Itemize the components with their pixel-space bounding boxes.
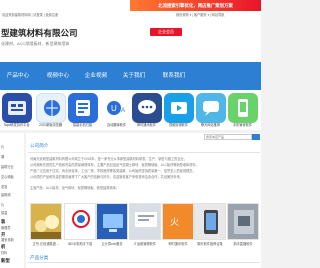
product-thumb-label[interactable]: 即时通讯软件 [161,242,195,246]
intro-text: 公司拥有先进的生产线和完善的质量管理体系，主要产品包括加气混凝土砌块、轻质隔墙板… [30,163,199,167]
product-thumb-label[interactable]: 新手直播软件 [226,242,260,246]
intro-text: 产品广泛应用于住宅、商业综合体、工业厂房、学校医院等各类建筑，公司始终坚持质量第… [30,169,196,173]
main-content [26,133,261,268]
sidebar-heading[interactable]: 装 [1,219,5,224]
sidebar-item[interactable]: 凝 [1,155,4,159]
company-subtitle: 化建材、ACC隔墙板材、新型建筑墙体 [1,41,70,46]
sidebar-item[interactable]: 发泡 [1,185,7,189]
product-thumb[interactable] [64,203,96,240]
product-thumb[interactable] [96,203,128,240]
product-thumb[interactable] [227,203,259,240]
scan-app-icon[interactable] [68,93,98,123]
intro-text: 河南天安新型建筑材料有限公司成立于2018年，是一家专业从事新型建筑材料研发、生… [30,157,187,161]
section-title-intro: 公司简介 [30,143,49,148]
section-title-products: 产品分类 [30,255,49,260]
app-label[interactable]: 即时通讯软件 [130,123,163,127]
search-button[interactable] [252,134,260,146]
sidebar-item[interactable]: 片 [1,145,4,149]
product-thumb-label[interactable]: IT运维管理软件 [128,242,162,246]
product-thumb[interactable] [129,203,161,240]
tapd-app-icon[interactable] [2,93,32,123]
sidebar-heading[interactable]: 机 [1,244,5,249]
browser-app-icon[interactable] [36,93,66,123]
video-app-icon[interactable] [164,93,194,123]
app-label[interactable]: 智能手机扫描 [66,123,99,127]
svg-text:A: A [121,108,125,114]
search-input[interactable] [204,134,252,140]
chat-app-icon[interactable] [132,93,162,123]
app-label[interactable]: Tapd研发协作平台 [0,123,33,127]
top-links-right[interactable]: 我的采购 ▾ | 客户服务 ▾ | 网站导航 [176,13,260,17]
nav-item-videos[interactable]: 视频中心 [40,62,76,90]
sidebar-item[interactable]: 材料 [1,251,7,255]
sidebar-item[interactable]: 保温 [1,211,7,215]
translate-app-icon[interactable]: UA [102,93,132,123]
sidebar-heading[interactable]: 开 [1,232,5,237]
svg-text:U: U [111,104,117,113]
svg-text:火: 火 [170,217,179,227]
product-thumb-label[interactable]: 聊天软件推荐合集 [193,242,227,246]
app-label[interactable]: 手机管家软件 [226,123,259,127]
product-thumb[interactable] [30,203,62,240]
nav-item-about[interactable]: 关于我们 [116,62,152,90]
member-badge: 企业会员 [150,28,182,36]
sidebar-item[interactable]: 建筑墙 [1,193,11,197]
divider [28,262,260,263]
product-thumb[interactable] [194,203,226,240]
product-thumb[interactable]: 火 [162,203,194,240]
product-thumb-label[interactable]: 云计算cdn服务 [95,242,129,246]
sidebar-item[interactable]: 空心墙板 [1,175,14,179]
sidebar-item[interactable]: 凝多多新 [1,238,14,242]
promo-banner[interactable]: 北流搜索引擎优化，网店推广策划方案 [130,0,261,11]
sidebar-item[interactable]: 管理员 [1,226,11,230]
intro-text: 主营产品：ALC板材、加气砌块、轻质隔墙板、新型建筑墙体。 [30,186,120,190]
chat-web-app-icon[interactable] [196,93,226,123]
company-name: 型建筑材料有限公司 [1,28,78,38]
app-label[interactable]: 视频剪辑软件 [162,123,195,127]
app-label[interactable]: 聊天网站推荐 [194,123,227,127]
nav-item-company-videos[interactable]: 企业视频 [78,62,114,90]
app-label[interactable]: 自动翻译软件 [100,123,133,127]
divider [28,152,260,153]
search-icon [253,140,259,146]
sidebar-heading[interactable]: 新型 [1,258,10,263]
product-thumb-label[interactable]: 正宗-亿佰通集团 ... [29,242,63,246]
phone-app-icon[interactable] [228,93,258,123]
top-links-left[interactable]: 欢迎来到建筑材料网 | 请登录 | 免费注册 [2,13,122,17]
sidebar-item[interactable]: 片 [1,203,4,207]
intro-text: 以优质的产品和完善的服务赢得了广大客户的信赖与好评，欢迎新老客户来电咨询洽谈合作… [30,175,183,179]
nav-item-products[interactable]: 产品中心 [0,62,36,90]
app-label[interactable]: 2020新版浏览器 [34,123,67,127]
sidebar-item[interactable]: 建筑行业 [1,165,14,169]
product-thumb-label[interactable]: 360手机助手下载 [63,242,97,246]
nav-item-contact[interactable]: 联系我们 [156,62,192,90]
